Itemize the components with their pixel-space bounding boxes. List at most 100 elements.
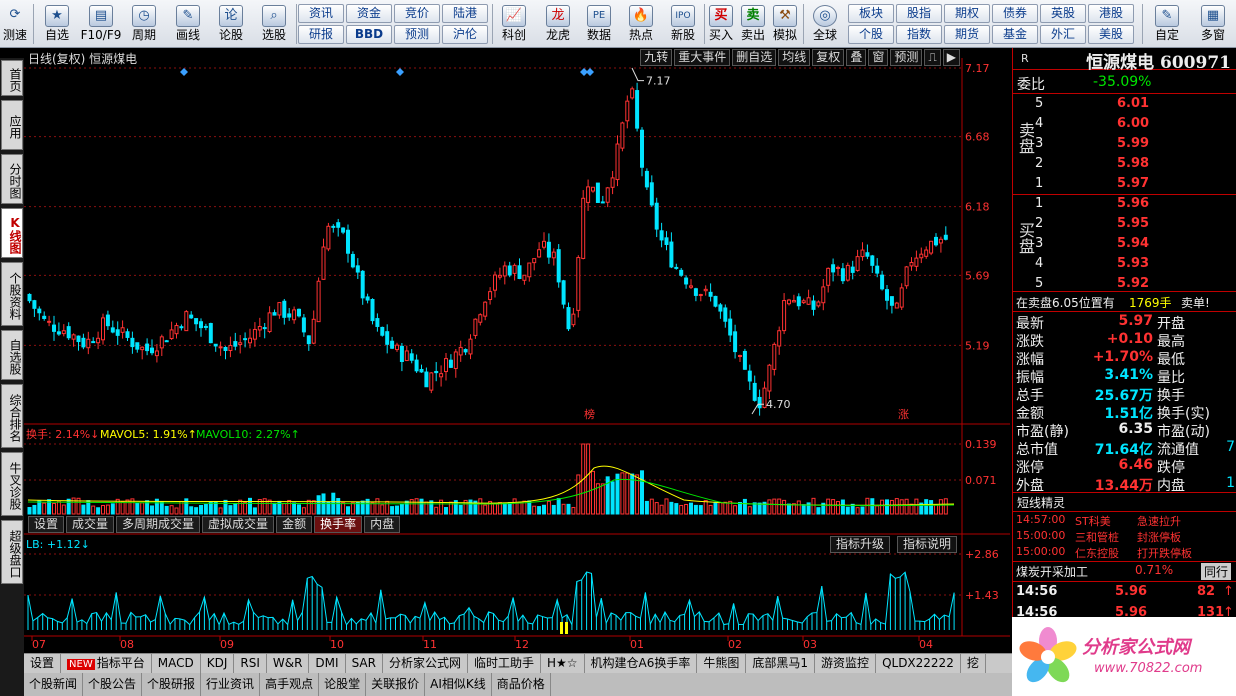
indicator-tab[interactable]: W&R [267,654,310,673]
info-tab[interactable]: AI相似K线 [425,673,492,696]
research-button[interactable]: 研报 [298,25,344,44]
hotspot-button[interactable]: 🔥 热点 [622,0,660,48]
indicator-tab[interactable]: QLDX22222 [876,654,961,673]
tool-adjust[interactable]: 复权 [812,49,845,66]
indicator-tab[interactable]: KDJ [201,654,235,673]
indicator-tab[interactable]: 临时工助手 [468,654,541,673]
tool-major-events[interactable]: 重大事件 [674,49,731,66]
simulate-button[interactable]: ⚒ 模拟 [770,0,800,48]
tool-nine-turn[interactable]: 九转 [640,49,673,66]
indicator-help-button[interactable]: 指标说明 [897,536,958,553]
buy-button[interactable]: 买 买入 [706,0,736,48]
indicator-tab[interactable]: 挖 [961,654,986,673]
info-tab[interactable]: 行业资讯 [201,673,261,696]
f10-button[interactable]: ▤ F10/F9 [80,0,122,48]
tool-forecast[interactable]: 预测 [890,49,923,66]
market-uk-button[interactable]: 英股 [1040,4,1086,23]
info-tab[interactable]: 个股新闻 [24,673,84,696]
sell-level-row[interactable]: 2 5.98 [1013,156,1236,174]
shanghai-london-button[interactable]: 沪伦 [442,25,488,44]
stock-picker-button[interactable]: ⌕ 选股 [254,0,294,48]
buy-level-row[interactable]: 1 5.96 [1013,196,1236,214]
buy-level-row[interactable]: 4 5.93 [1013,256,1236,274]
indicator-tab[interactable]: 机构建仓A6换手率 [585,654,698,673]
tab-apps[interactable]: 应用 [1,100,23,150]
tool-moving-average[interactable]: 均线 [778,49,811,66]
tool-expand-icon[interactable]: ▶ [942,49,960,66]
bbd-button[interactable]: BBD [346,25,392,44]
volume-tab-amount[interactable]: 金额 [276,516,313,533]
market-index-button[interactable]: 股指 [896,4,942,23]
forecast-button[interactable]: 预测 [394,25,440,44]
global-button[interactable]: ◎ 全球 [806,0,844,48]
news-button[interactable]: 资讯 [298,4,344,23]
volume-tab-volume[interactable]: 成交量 [66,516,115,533]
sell-level-row[interactable]: 3 5.99 [1013,136,1236,154]
discuss-button[interactable]: 论 论股 [212,0,250,48]
custom-button[interactable]: ✎ 自定 [1146,0,1188,48]
indicator-tab[interactable]: MACD [152,654,201,673]
ipo-button[interactable]: IPO 新股 [664,0,702,48]
sector-row[interactable]: 煤炭开采加工 0.71% 同行 [1013,563,1236,581]
peer-button[interactable]: 同行 [1201,563,1232,580]
indicator-tab[interactable]: RSI [234,654,267,673]
volume-tab-settings[interactable]: 设置 [28,516,65,533]
indicator-tab[interactable]: 设置 [24,654,62,673]
volume-tab-multi-period[interactable]: 多周期成交量 [116,516,201,533]
info-tab[interactable]: 论股堂 [319,673,367,696]
info-tab[interactable]: 个股研报 [142,673,202,696]
volume-tab-turnover[interactable]: 换手率 [314,516,363,533]
data-button[interactable]: PE 数据 [580,0,618,48]
indicator-tab[interactable]: 底部黑马1 [746,654,816,673]
tool-remove-watchlist[interactable]: 删自选 [732,49,777,66]
indicator-tab[interactable]: DMI [309,654,346,673]
tab-super-level[interactable]: 超级盘口 [1,520,23,584]
speed-test-button[interactable]: ⟳ 测速 [0,0,30,48]
tab-ranking[interactable]: 综合排名 [1,384,23,448]
sell-level-row[interactable]: 4 6.00 [1013,116,1236,134]
indicator-tab[interactable]: H★☆ [541,654,585,673]
buy-level-row[interactable]: 2 5.95 [1013,216,1236,234]
star-market-button[interactable]: 📈 科创 [494,0,534,48]
fund-button[interactable]: 资金 [346,4,392,23]
tab-home[interactable]: 首页 [1,60,23,96]
market-funds-button[interactable]: 基金 [992,25,1038,44]
indicator-tab[interactable]: NEW 指标平台 [61,654,152,673]
info-tab[interactable]: 关联报价 [366,673,426,696]
tab-stock-profile[interactable]: 个股资料 [1,262,23,326]
hk-connect-button[interactable]: 陆港 [442,4,488,23]
market-options-button[interactable]: 期权 [944,4,990,23]
buy-level-row[interactable]: 3 5.94 [1013,236,1236,254]
sell-button[interactable]: 卖 卖出 [738,0,768,48]
tab-watchlist[interactable]: 自选股 [1,330,23,380]
tool-window[interactable]: 窗 [868,49,889,66]
market-stock-button[interactable]: 个股 [848,25,894,44]
tool-overlay[interactable]: 叠 [846,49,867,66]
tab-kline[interactable]: K线图 [1,208,23,258]
period-button[interactable]: ◷ 周期 [124,0,164,48]
indicator-tab[interactable]: SAR [346,654,383,673]
tab-intraday[interactable]: 分时图 [1,154,23,204]
info-tab[interactable]: 个股公告 [83,673,143,696]
sell-level-row[interactable]: 1 5.97 [1013,176,1236,194]
tab-diagnosis[interactable]: 牛叉诊股 [1,452,23,516]
info-tab[interactable]: 高手观点 [260,673,320,696]
market-sector-button[interactable]: 板块 [848,4,894,23]
dragon-tiger-button[interactable]: 龙 龙虎 [538,0,578,48]
volume-tab-inner[interactable]: 内盘 [364,516,401,533]
market-futures-button[interactable]: 期货 [944,25,990,44]
market-bonds-button[interactable]: 债券 [992,4,1038,23]
indicator-upgrade-button[interactable]: 指标升级 [830,536,891,553]
kline-chart-area[interactable]: 7.17 6.68 6.18 5.69 5.19 7.17 4.70 榜 涨换手: 2.14%↓… [24,48,1010,656]
indicator-tab[interactable]: 分析家公式网 [383,654,468,673]
auction-button[interactable]: 竞价 [394,4,440,23]
kline-chart-svg[interactable]: 7.17 6.68 6.18 5.69 5.19 7.17 4.70 榜 涨换手: 2.14%↓… [24,48,1010,653]
volume-tab-virtual[interactable]: 虚拟成交量 [202,516,275,533]
watchlist-button[interactable]: ★ 自选 [38,0,76,48]
multi-window-button[interactable]: ▦ 多窗 [1192,0,1234,48]
draw-line-button[interactable]: ✎ 画线 [168,0,208,48]
indicator-tab[interactable]: 牛熊图 [697,654,747,673]
sell-level-row[interactable]: 5 6.01 [1013,96,1236,114]
market-us-button[interactable]: 美股 [1088,25,1134,44]
market-fx-button[interactable]: 外汇 [1040,25,1086,44]
